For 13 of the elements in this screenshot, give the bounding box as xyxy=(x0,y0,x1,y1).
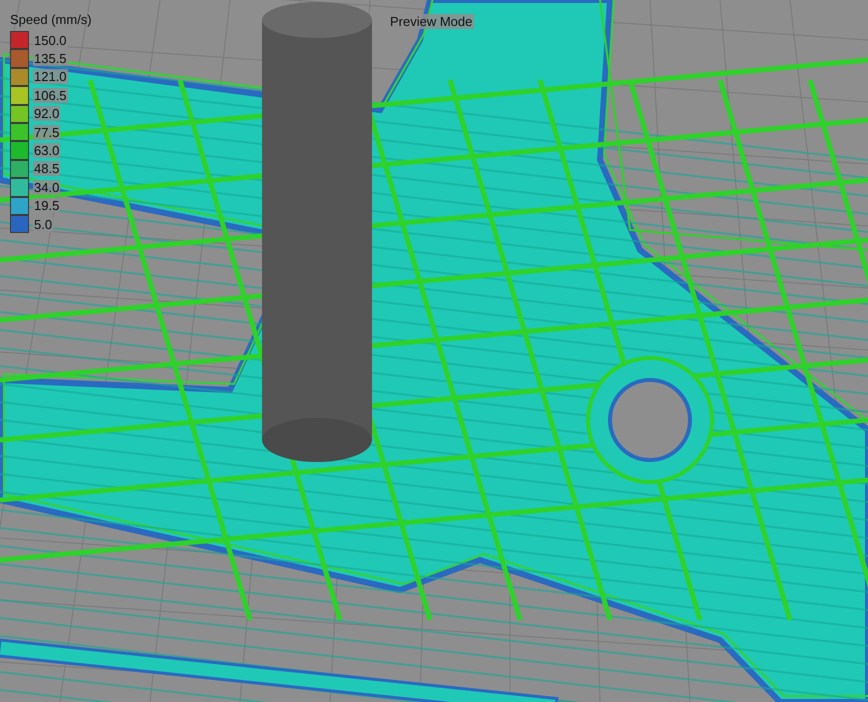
legend-value: 48.5 xyxy=(33,161,60,176)
legend-value: 106.5 xyxy=(33,88,68,103)
legend-value: 150.0 xyxy=(33,32,68,48)
legend-title: Speed (mm/s) xyxy=(10,12,92,27)
legend-value: 19.5 xyxy=(33,198,60,214)
legend-value: 135.5 xyxy=(33,51,68,66)
legend-value: 34.0 xyxy=(33,180,60,195)
view-mode-label: Preview Mode xyxy=(388,14,474,29)
legend-value: 92.0 xyxy=(33,106,60,122)
legend-value: 63.0 xyxy=(33,143,60,158)
legend-value: 5.0 xyxy=(33,216,54,232)
legend-value: 121.0 xyxy=(33,69,68,84)
legend-value: 77.5 xyxy=(33,124,60,140)
